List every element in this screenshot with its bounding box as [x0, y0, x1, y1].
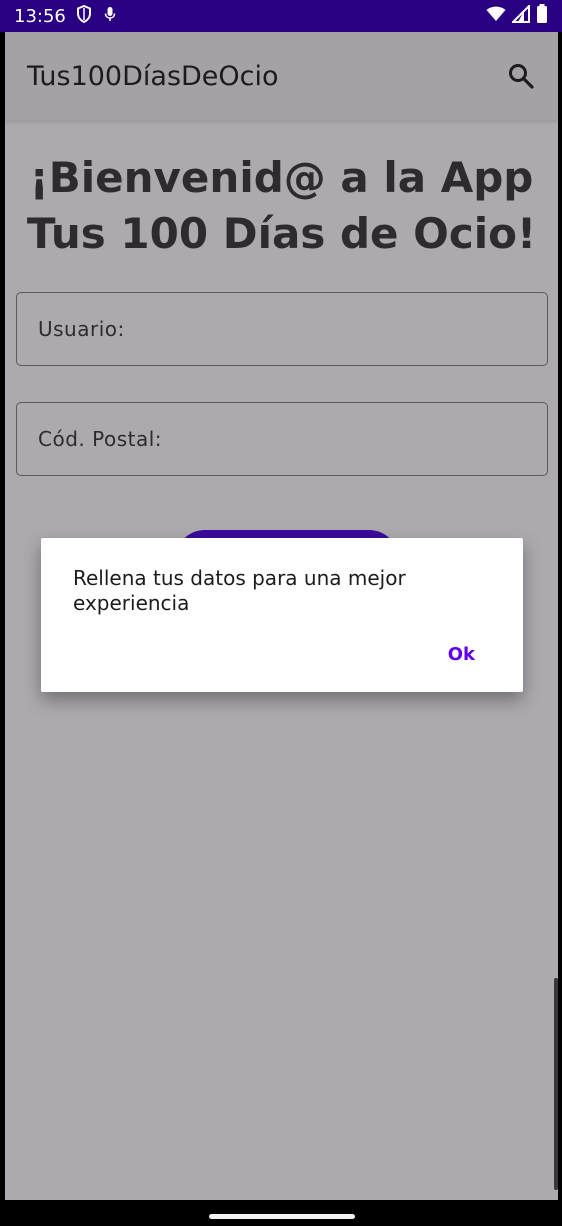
ok-button[interactable]: Ok	[448, 644, 475, 665]
status-bar: 13:56	[0, 0, 562, 32]
postal-code-label: Cód. Postal:	[38, 427, 163, 451]
welcome-heading: ¡Bienvenid@ a la App Tus 100 Días de Oci…	[5, 150, 558, 262]
mic-icon	[104, 6, 116, 27]
wifi-icon	[486, 6, 506, 27]
alert-dialog: Rellena tus datos para una mejor experie…	[41, 538, 523, 692]
usuario-field[interactable]: Usuario:	[16, 292, 548, 366]
shield-icon	[76, 4, 92, 28]
signal-icon	[510, 3, 530, 28]
app-toolbar: Tus100DíasDeOcio	[5, 32, 558, 120]
home-gesture-handle[interactable]	[209, 1214, 355, 1219]
dialog-message: Rellena tus datos para una mejor experie…	[73, 566, 406, 615]
status-time: 13:56	[14, 5, 66, 27]
battery-icon	[536, 3, 548, 29]
toolbar-title: Tus100DíasDeOcio	[27, 60, 279, 92]
postal-code-field[interactable]: Cód. Postal:	[16, 402, 548, 476]
usuario-label: Usuario:	[38, 317, 125, 341]
scrollbar	[554, 978, 558, 1190]
search-icon[interactable]	[506, 61, 536, 91]
welcome-line-1: ¡Bienvenid@ a la App	[29, 153, 534, 202]
welcome-line-2: Tus 100 Días de Ocio!	[26, 209, 537, 258]
navigation-bar	[0, 1200, 562, 1226]
